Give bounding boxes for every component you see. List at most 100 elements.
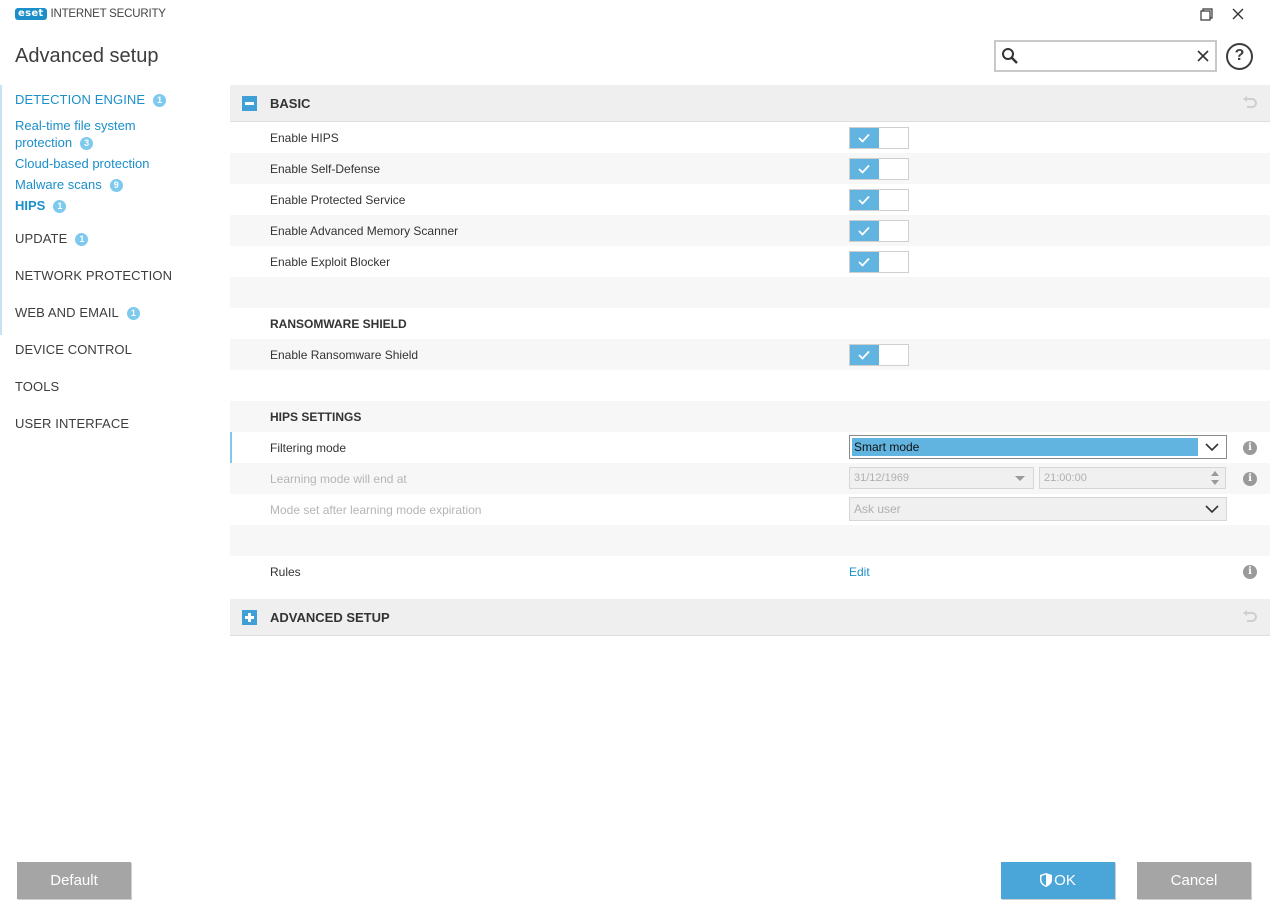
setting-label: Learning mode will end at [270,472,407,486]
info-icon[interactable]: i [1243,472,1257,486]
setting-row-enable-exploit-blocker: Enable Exploit Blocker [230,246,1270,277]
spacer-row [230,525,1270,556]
ok-button-label: OK [1054,872,1076,889]
setting-label: Enable Advanced Memory Scanner [270,224,459,238]
toggle-switch[interactable] [849,251,909,273]
sidebar-item-label: WEB AND EMAIL [15,305,119,320]
setting-row-learning-mode-end: Learning mode will end at 31/12/1969 21:… [230,463,1270,494]
sidebar-subitem-malware-scans[interactable]: Malware scans 9 [15,176,215,193]
count-badge: 1 [153,94,167,107]
sidebar-item-device-control[interactable]: DEVICE CONTROL [15,335,215,372]
section-basic-header[interactable]: BASIC [230,85,1270,122]
toggle-on-knob [850,159,879,179]
toggle-on-knob [850,221,879,241]
search-box[interactable] [994,40,1217,72]
learning-end-time-spinner[interactable]: 21:00:00 [1039,467,1226,489]
chevron-down-icon [1205,505,1219,514]
setting-row-enable-hips: Enable HIPS [230,122,1270,153]
sidebar-subitem-hips[interactable]: HIPS 1 [15,197,215,214]
spin-down-icon[interactable] [1211,480,1219,485]
setting-row-enable-self-defense: Enable Self-Defense [230,153,1270,184]
count-badge: 9 [109,179,123,192]
sidebar-subitem-label: Cloud-based protection [15,156,150,171]
edit-rules-link[interactable]: Edit [849,565,870,579]
setting-label: Enable Exploit Blocker [270,255,391,269]
sidebar-item-tools[interactable]: TOOLS [15,372,215,409]
section-title: ADVANCED SETUP [270,610,390,625]
product-name: INTERNET SECURITY [50,8,166,20]
setting-row-enable-ransomware-shield: Enable Ransomware Shield [230,339,1270,370]
sidebar-item-update[interactable]: UPDATE 1 [15,224,215,261]
setting-row-enable-advanced-memory-scanner: Enable Advanced Memory Scanner [230,215,1270,246]
spin-up-icon[interactable] [1211,471,1219,476]
count-badge: 1 [53,200,67,213]
checkmark-icon [858,226,870,236]
clear-search-icon[interactable] [1196,49,1210,63]
selected-value: Smart mode [852,438,1198,456]
sidebar-subitem-cloud-protection[interactable]: Cloud-based protection [15,155,215,172]
toggle-switch[interactable] [849,220,909,242]
brand: eset INTERNET SECURITY [15,8,166,20]
search-input[interactable] [1022,46,1187,66]
count-badge: 1 [126,307,140,320]
dropdown-arrow-icon [1015,476,1025,481]
sidebar-group-web-email: WEB AND EMAIL 1 [0,298,215,335]
filtering-mode-select[interactable]: Smart mode [849,435,1227,459]
ok-button[interactable]: OK [1001,862,1115,899]
sidebar-item-user-interface[interactable]: USER INTERFACE [15,409,215,446]
toggle-switch[interactable] [849,158,909,180]
mode-after-learning-select[interactable]: Ask user [849,497,1227,521]
sidebar-group-tools: TOOLS [0,372,215,409]
toggle-switch[interactable] [849,127,909,149]
cancel-button[interactable]: Cancel [1137,862,1251,899]
setting-label: Enable Ransomware Shield [270,348,419,362]
sidebar-item-web-email[interactable]: WEB AND EMAIL 1 [15,298,215,335]
section-advanced-setup-header[interactable]: ADVANCED SETUP [230,599,1270,636]
expand-icon[interactable] [242,610,257,625]
settings-panel: BASIC Enable HIPS Enable Self-Defense En… [230,85,1270,636]
revert-icon[interactable] [1242,96,1258,110]
checkmark-icon [858,133,870,143]
collapse-icon[interactable] [242,96,257,111]
spacer-row [230,370,1270,401]
revert-icon[interactable] [1242,610,1258,624]
setting-label: Filtering mode [270,441,347,455]
learning-end-date-picker[interactable]: 31/12/1969 [849,467,1034,489]
default-button[interactable]: Default [17,862,131,899]
sidebar-item-label: DETECTION ENGINE [15,92,146,107]
sidebar-item-label: DEVICE CONTROL [15,342,132,357]
sidebar-item-label: NETWORK PROTECTION [15,268,173,283]
sidebar-group-detection-engine: DETECTION ENGINE 1 Real-time file system … [0,85,215,224]
sidebar-item-label: USER INTERFACE [15,416,130,431]
sidebar-group-network-protection: NETWORK PROTECTION [0,261,215,298]
count-badge: 3 [80,137,94,150]
title-bar: eset INTERNET SECURITY [0,0,1272,30]
sidebar-subitem-realtime-protection[interactable]: Real-time file system protection 3 [15,117,215,151]
setting-row-enable-protected-service: Enable Protected Service [230,184,1270,215]
toggle-on-knob [850,128,879,148]
section-gap [230,587,1270,599]
restore-window-button[interactable] [1195,5,1217,25]
date-value: 31/12/1969 [854,472,910,484]
subsection-hips-settings: HIPS SETTINGS [230,401,1270,432]
close-window-button[interactable] [1227,5,1249,25]
info-icon[interactable]: i [1243,565,1257,579]
help-button[interactable]: ? [1226,43,1253,70]
selected-value: Ask user [854,502,901,516]
setting-label: Enable Protected Service [270,193,406,207]
subsection-ransomware-shield: RANSOMWARE SHIELD [230,308,1270,339]
sidebar-item-network-protection[interactable]: NETWORK PROTECTION [15,261,215,298]
info-icon[interactable]: i [1243,441,1257,455]
sidebar-item-label: UPDATE [15,231,68,246]
sidebar-item-detection-engine[interactable]: DETECTION ENGINE 1 [15,85,215,117]
setting-row-filtering-mode: Filtering mode Smart mode i [230,432,1270,463]
page-title: Advanced setup [15,45,159,67]
toggle-switch[interactable] [849,189,909,211]
spacer-row [230,277,1270,308]
toggle-switch[interactable] [849,344,909,366]
sidebar-group-device-control: DEVICE CONTROL [0,335,215,372]
sidebar: DETECTION ENGINE 1 Real-time file system … [0,85,215,446]
toggle-on-knob [850,345,879,365]
sidebar-subitem-label: Real-time file system [15,118,136,133]
subsection-title: HIPS SETTINGS [270,410,362,424]
